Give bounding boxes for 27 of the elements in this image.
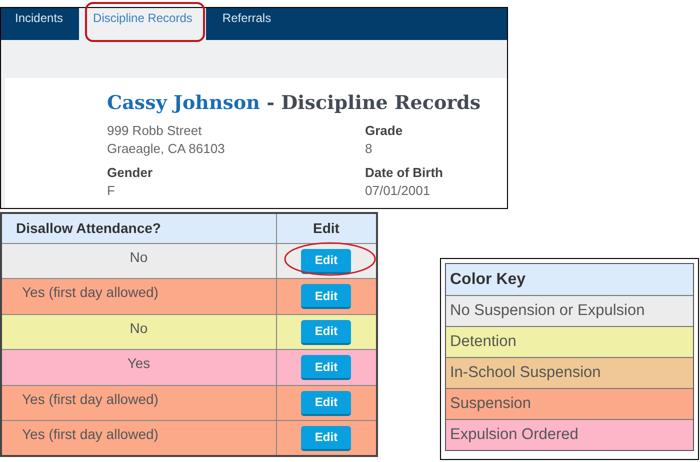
color-key-item: No Suspension or Expulsion	[446, 295, 693, 326]
edit-button[interactable]: Edit	[301, 284, 352, 309]
edit-button[interactable]: Edit	[301, 248, 352, 274]
color-key-item: Expulsion Ordered	[446, 419, 693, 450]
address-line: 999 Robb Street	[107, 122, 203, 140]
column-header: Disallow Attendance?	[1, 213, 276, 243]
page-title: Cassy Johnson - Discipline Records	[107, 91, 482, 116]
field-label: Gender	[107, 164, 154, 182]
edit-button[interactable]: Edit	[301, 390, 352, 416]
edit-button[interactable]: Edit	[301, 320, 352, 344]
tab[interactable]: Referrals	[210, 8, 284, 40]
field-value: F	[107, 182, 116, 200]
address-line: Graeagle, CA 86103	[107, 140, 226, 158]
field-label: Date of Birth	[365, 164, 444, 182]
color-key-title: Color Key	[446, 264, 693, 295]
field-value: 07/01/2001	[365, 182, 432, 200]
tab[interactable]: Discipline Records	[79, 8, 206, 40]
table-cell: Yes	[1, 350, 276, 385]
edit-button[interactable]: Edit	[301, 426, 352, 451]
table-cell: Yes (first day allowed)	[1, 278, 276, 314]
color-key-item: Suspension	[446, 388, 693, 419]
field-label: Grade	[365, 122, 404, 140]
tab[interactable]: Incidents	[3, 8, 76, 40]
color-key-item: In-School Suspension	[446, 357, 693, 388]
field-value: 8	[365, 140, 374, 158]
color-key-item: Detention	[446, 326, 693, 357]
edit-button[interactable]: Edit	[301, 355, 352, 380]
